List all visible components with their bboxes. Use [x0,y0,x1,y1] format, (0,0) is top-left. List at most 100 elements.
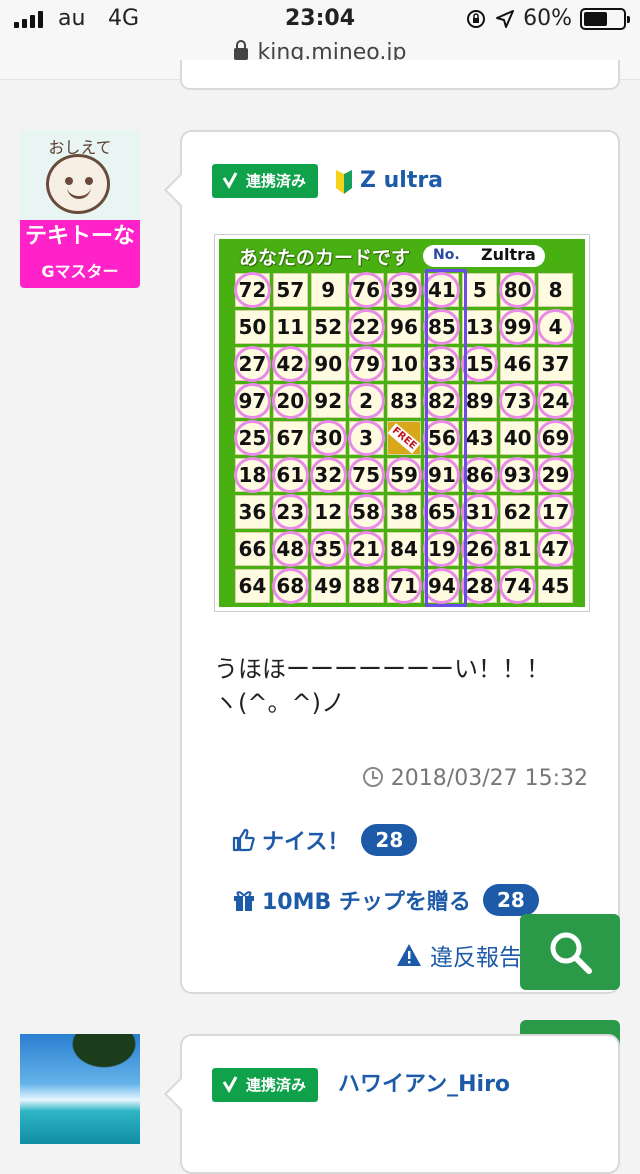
bingo-cell: 37 [538,347,573,381]
battery-percent: 60% [523,6,572,31]
bingo-cell: 29 [537,457,574,493]
bingo-cell: 84 [386,532,422,566]
bingo-title: あなたのカードです [239,247,411,269]
bingo-cell: 36 [235,495,270,529]
bingo-cell: 47 [537,531,574,567]
post-body-line: うほほーーーーーーーい！！！ [214,655,550,683]
linked-badge: 連携済み [212,164,319,198]
bingo-cell: 83 [386,384,422,418]
bingo-cell: 35 [309,531,347,567]
bingo-cell: 39 [385,272,423,308]
bingo-cell: 18 [234,457,271,493]
bingo-cell: FREE [386,421,422,455]
nice-button[interactable]: ナイス！ 28 [232,824,418,856]
post-username[interactable]: ハワイアン_Hiro [338,1068,510,1102]
bingo-cell: 80 [499,272,536,308]
bingo-cell: 52 [310,310,346,344]
avatar[interactable]: おしえて テキトーな Gマスター [20,130,140,288]
bingo-cell: 38 [386,495,422,529]
chip-gift-button[interactable]: 10MB チップを贈る 28 [232,884,539,916]
bingo-cell: 21 [347,531,385,567]
bingo-cell: 9 [310,273,346,307]
bingo-cell: 92 [310,384,346,418]
linked-badge-label: 連携済み [246,172,307,190]
bingo-cell: 22 [347,309,385,345]
bingo-cell: 69 [537,420,574,456]
beginner-mark-icon [336,170,352,194]
linked-badge: 連携済み [212,1068,319,1102]
bingo-cell: 32 [309,457,347,493]
bingo-cell: 96 [386,310,422,344]
bingo-cell: 59 [385,457,423,493]
bingo-cell: 88 [348,569,384,603]
bingo-cell: 12 [310,495,346,529]
bingo-cell: 67 [272,421,308,455]
bingo-cell: 93 [499,457,536,493]
bingo-cell: 71 [385,568,423,604]
post-body: うほほーーーーーーーい！！！ ヽ(^。^)ノ [214,652,604,720]
battery-icon [580,7,630,30]
bingo-cell: 42 [271,346,309,382]
bingo-cell: 64 [235,569,270,603]
bingo-cell: 28 [461,568,499,604]
bingo-cell: 49 [310,569,346,603]
bingo-cell: 66 [235,532,270,566]
bingo-cell: 3 [347,420,385,456]
bingo-cell: 61 [271,457,309,493]
bingo-cell: 31 [461,494,499,530]
bingo-cell: 57 [272,273,308,307]
check-icon [222,1076,238,1093]
bingo-column-highlight [425,269,467,607]
post-username[interactable]: Z ultra [360,164,443,198]
bingo-cell: 86 [461,457,499,493]
nice-count: 28 [361,824,418,856]
bingo-cell: 13 [462,310,498,344]
bingo-cell: 24 [537,383,574,419]
bingo-cell: 40 [500,421,536,455]
bingo-cell: 79 [347,346,385,382]
search-button[interactable] [520,914,620,990]
avatar-rank-label: Gマスター [20,264,140,288]
bingo-cell: 4 [537,309,574,345]
bingo-cell: 62 [500,495,536,529]
avatar-role-label: テキトーな [20,220,140,264]
post-body-line: ヽ(^。^)ノ [214,689,345,717]
bingo-cell: 74 [499,568,536,604]
bingo-cell: 73 [499,383,536,419]
bingo-cell: 48 [271,531,309,567]
bingo-cell: 20 [271,383,309,419]
bingo-cell: 10 [386,347,422,381]
chip-count: 28 [482,884,539,916]
bingo-cell: 46 [500,347,536,381]
rotation-lock-icon [467,9,486,28]
bingo-cell: 45 [538,569,573,603]
bingo-cell: 5 [462,273,498,307]
bingo-cell: 97 [234,383,271,419]
bingo-cell: 81 [500,532,536,566]
bingo-card-image[interactable]: あなたのカードです No. Zultra 72 57 9 76 39 41 5 80 8 50 11… [214,234,590,612]
post-timestamp: 2018/03/27 15:32 [362,766,588,791]
bingo-cell: 17 [537,494,574,530]
clock-icon [362,767,383,787]
bingo-cell: 8 [538,273,573,307]
previous-post-card [180,60,620,90]
bingo-cell: 23 [271,494,309,530]
timestamp-text: 2018/03/27 15:32 [390,766,588,791]
post-card: 連携済み Z ultra あなたのカードです No. Zultra 72 57 9 7… [164,130,620,994]
location-icon [496,9,515,28]
bingo-grid: 72 57 9 76 39 41 5 80 8 50 11 52 22 96 85 13 99 4 27 42 90 79… [234,272,574,604]
next-post-card: 連携済み ハワイアン_Hiro [164,1034,620,1174]
bingo-cell: 58 [347,494,385,530]
bingo-cell: 68 [271,568,309,604]
bingo-cell: 50 [235,310,270,344]
bingo-cell: 15 [461,346,499,382]
bingo-cell: 72 [234,272,271,308]
bingo-cell: 90 [310,347,346,381]
avatar-face-illustration [46,154,110,214]
bingo-no-label: No. [433,247,460,263]
bingo-cell: 99 [499,309,536,345]
bingo-cell: 43 [462,421,498,455]
thumb-up-icon [232,828,255,852]
avatar[interactable] [20,1034,140,1144]
bingo-cell: 89 [462,384,498,418]
